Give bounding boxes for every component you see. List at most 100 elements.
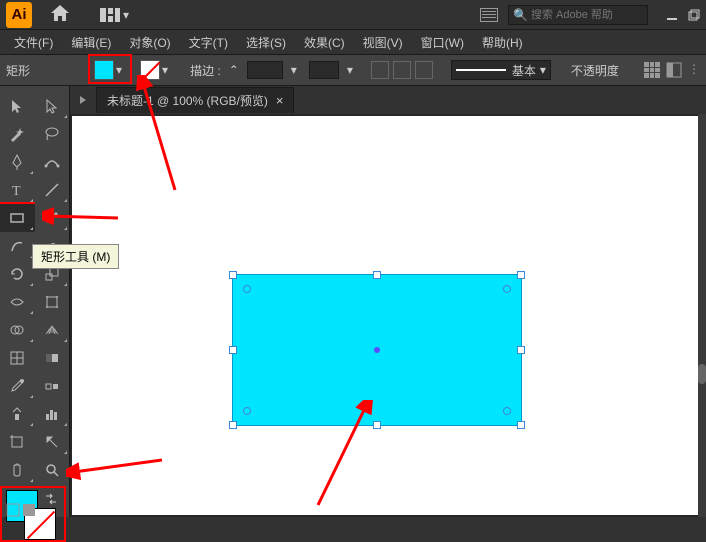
rectangle-shape[interactable] (232, 274, 522, 426)
hand-tool[interactable] (0, 456, 35, 484)
search-box[interactable]: 🔍 (508, 5, 648, 25)
restore-button[interactable] (688, 9, 700, 21)
selection-tool[interactable] (0, 92, 35, 120)
minimize-button[interactable] (666, 9, 678, 21)
scrollbar-thumb[interactable] (698, 364, 706, 384)
menu-file[interactable]: 文件(F) (6, 32, 61, 53)
mesh-tool[interactable] (0, 344, 35, 372)
fill-color-swatch[interactable] (94, 60, 114, 80)
svg-text:T: T (12, 184, 21, 198)
tool-tooltip: 矩形工具 (M) (32, 244, 119, 269)
document-tab[interactable]: 未标题-1 @ 100% (RGB/预览) × (96, 87, 294, 113)
chevron-down-icon[interactable]: ▾ (291, 63, 297, 77)
selection-handle[interactable] (373, 421, 381, 429)
tools-panel: T (0, 86, 70, 517)
brush-dropdown[interactable]: 基本 ▾ (451, 60, 551, 80)
search-icon: 🔍 (513, 8, 528, 22)
selection-handle[interactable] (517, 421, 525, 429)
home-icon[interactable] (50, 4, 70, 25)
workspace-switcher[interactable]: ▾ (100, 8, 129, 22)
pen-tool[interactable] (0, 148, 35, 176)
chevron-down-icon: ▾ (123, 8, 129, 22)
canvas[interactable] (72, 116, 698, 515)
stroke-weight-input[interactable] (247, 61, 283, 79)
menu-type[interactable]: 文字(T) (181, 32, 236, 53)
swap-fill-stroke-icon[interactable] (44, 492, 58, 506)
menu-help[interactable]: 帮助(H) (474, 32, 531, 53)
zoom-tool[interactable] (35, 456, 70, 484)
control-bar: 矩形 ▾ ▾ 描边 : ⌃ ▾ ▾ 基本 ▾ 不透明度 ⋮ (0, 54, 706, 86)
document-tab-title: 未标题-1 @ 100% (RGB/预览) (107, 92, 268, 109)
eyedropper-tool[interactable] (0, 372, 35, 400)
menu-bar: 文件(F) 编辑(E) 对象(O) 文字(T) 选择(S) 效果(C) 视图(V… (0, 30, 706, 54)
menu-edit[interactable]: 编辑(E) (63, 32, 119, 53)
slice-tool[interactable] (35, 428, 70, 456)
column-graph-tool[interactable] (35, 400, 70, 428)
document-area: 未标题-1 @ 100% (RGB/预览) × (70, 86, 706, 517)
brush-definition-icon[interactable] (371, 61, 389, 79)
corner-widget[interactable] (503, 285, 511, 293)
line-segment-tool[interactable] (35, 176, 70, 204)
artboard-tool[interactable] (0, 428, 35, 456)
selection-handle[interactable] (517, 271, 525, 279)
draw-behind-icon[interactable] (22, 503, 36, 517)
menu-object[interactable]: 对象(O) (121, 32, 178, 53)
perspective-grid-tool[interactable] (35, 316, 70, 344)
style-icon[interactable] (393, 61, 411, 79)
arrange-documents-icon[interactable] (480, 8, 498, 22)
chevron-down-icon[interactable]: ▾ (162, 63, 168, 77)
stroke-label: 描边 : (190, 62, 221, 79)
opacity-label[interactable]: 不透明度 (571, 62, 619, 79)
menu-window[interactable]: 窗口(W) (413, 32, 472, 53)
menu-effect[interactable]: 效果(C) (296, 32, 353, 53)
panel-toggle-icon[interactable] (76, 93, 90, 107)
chevron-down-icon[interactable]: ▾ (347, 63, 353, 77)
chevron-down-icon[interactable]: ▾ (116, 63, 122, 77)
width-tool[interactable] (0, 288, 35, 316)
menu-view[interactable]: 视图(V) (355, 32, 411, 53)
app-logo: Ai (6, 2, 32, 28)
search-input[interactable] (531, 9, 643, 21)
direct-selection-tool[interactable] (35, 92, 70, 120)
center-point[interactable] (374, 347, 380, 353)
blend-tool[interactable] (35, 372, 70, 400)
stroke-color-swatch[interactable] (140, 60, 160, 80)
symbol-sprayer-tool[interactable] (0, 400, 35, 428)
curvature-tool[interactable] (35, 148, 70, 176)
vertical-scrollbar[interactable] (698, 114, 706, 517)
title-bar: Ai ▾ 🔍 (0, 0, 706, 30)
paintbrush-tool[interactable] (35, 204, 70, 232)
transform-panel-icon[interactable] (666, 62, 682, 78)
selection-handle[interactable] (229, 421, 237, 429)
rotate-tool[interactable] (0, 260, 35, 288)
gradient-tool[interactable] (35, 344, 70, 372)
brush-label: 基本 (512, 62, 536, 79)
stroke-profile-dropdown[interactable] (309, 61, 339, 79)
shaper-tool[interactable] (0, 232, 35, 260)
menu-select[interactable]: 选择(S) (238, 32, 294, 53)
more-icon[interactable]: ⋮ (688, 62, 700, 78)
magic-wand-tool[interactable] (0, 120, 35, 148)
selection-handle[interactable] (373, 271, 381, 279)
chevron-down-icon: ▾ (540, 63, 546, 77)
stroke-weight-caret[interactable]: ⌃ (229, 63, 239, 77)
rectangle-tool[interactable] (0, 204, 35, 232)
brush-preview (456, 69, 506, 71)
align-panel-icon[interactable] (644, 62, 660, 78)
main-area: T (0, 86, 706, 517)
draw-normal-icon[interactable] (6, 503, 20, 517)
type-tool[interactable]: T (0, 176, 35, 204)
active-tool-label: 矩形 (6, 62, 86, 79)
corner-widget[interactable] (503, 407, 511, 415)
corner-widget[interactable] (243, 407, 251, 415)
lasso-tool[interactable] (35, 120, 70, 148)
window-controls (666, 9, 700, 21)
shape-builder-tool[interactable] (0, 316, 35, 344)
opacity-icon[interactable] (415, 61, 433, 79)
close-tab-icon[interactable]: × (276, 93, 284, 108)
corner-widget[interactable] (243, 285, 251, 293)
free-transform-tool[interactable] (35, 288, 70, 316)
selection-handle[interactable] (229, 346, 237, 354)
selection-handle[interactable] (517, 346, 525, 354)
selection-handle[interactable] (229, 271, 237, 279)
